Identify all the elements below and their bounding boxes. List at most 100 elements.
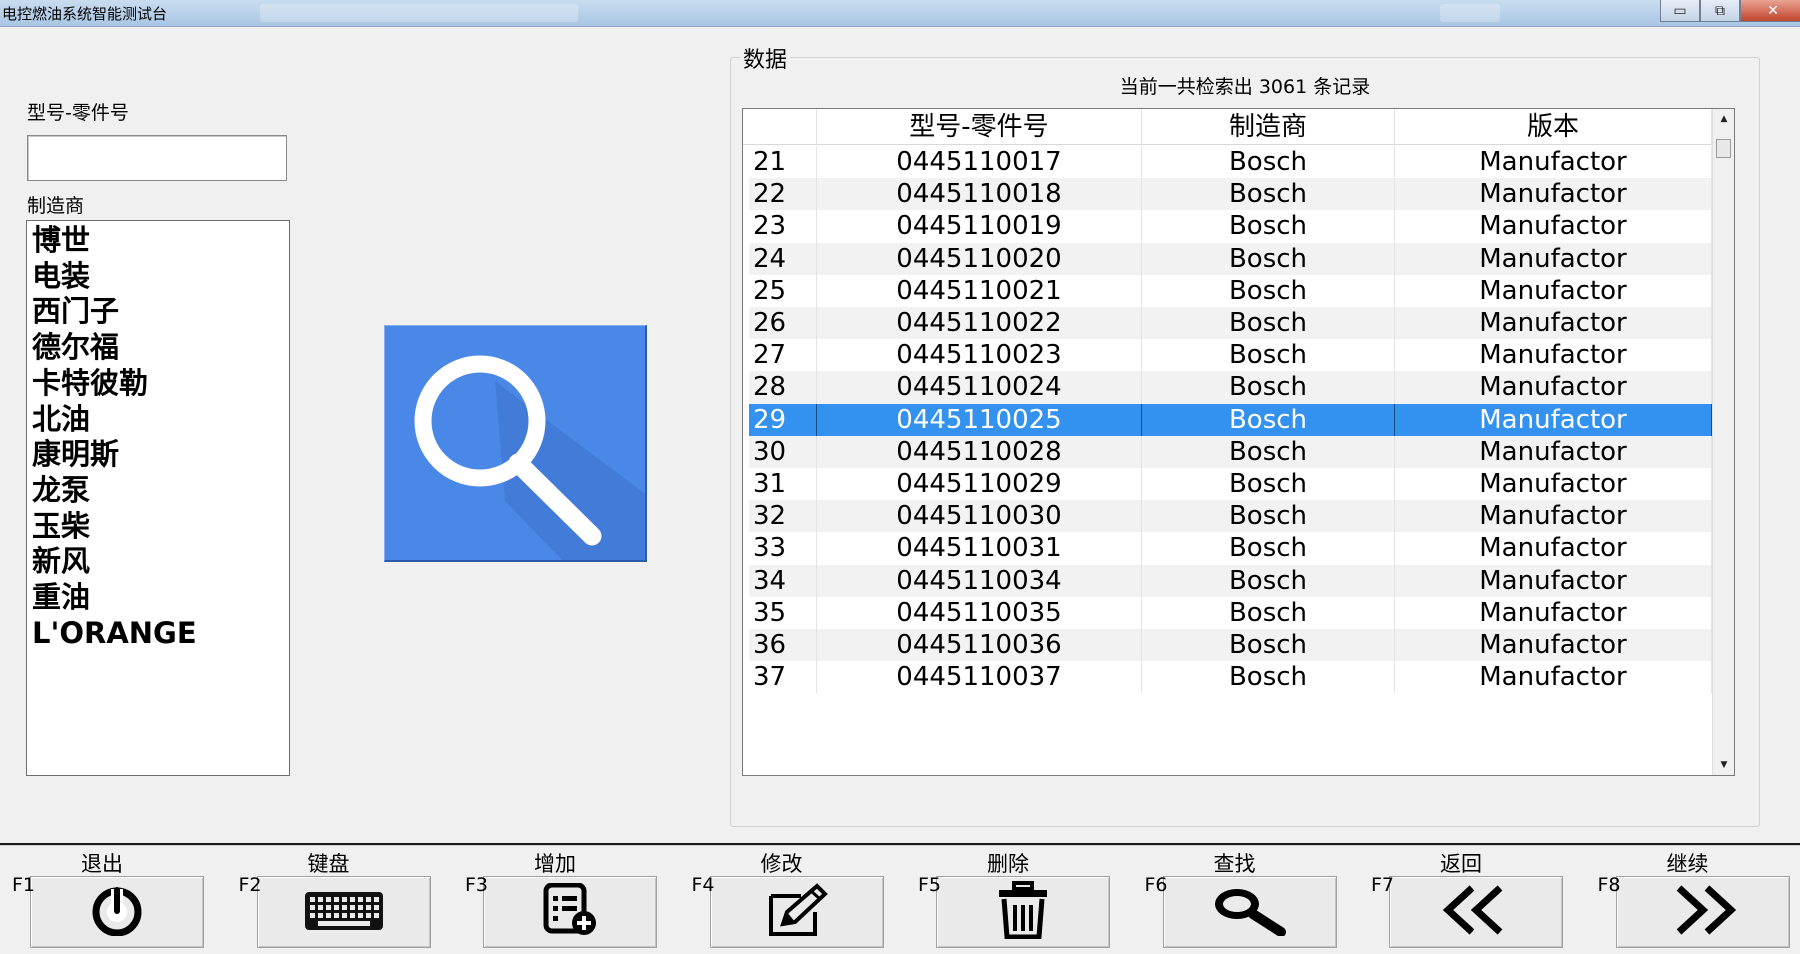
minimize-button[interactable]: ▭ — [1660, 0, 1700, 22]
cell-version: Manufactor — [1395, 210, 1712, 243]
cell-manufacturer: Bosch — [1142, 468, 1395, 501]
power-button[interactable] — [30, 876, 204, 948]
manufacturer-item[interactable]: 西门子 — [32, 294, 289, 330]
cell-part-number: 0445110035 — [817, 596, 1142, 629]
table-row[interactable]: 26 0445110022 Bosch Manufactor — [749, 307, 1734, 340]
cell-manufacturer: Bosch — [1142, 532, 1395, 565]
function-key-code: F7 — [1371, 874, 1395, 896]
add-list-icon — [540, 882, 600, 941]
header-part-number[interactable]: 型号-零件号 — [817, 109, 1142, 145]
function-key-f1: 退出 F1 — [12, 846, 204, 954]
manufacturer-item[interactable]: 博世 — [32, 223, 289, 259]
restore-button[interactable]: ⧉ — [1700, 0, 1740, 22]
cell-part-number: 0445110025 — [817, 403, 1142, 436]
keyboard-button[interactable] — [256, 876, 431, 948]
double-left-icon — [1440, 884, 1512, 940]
manufacturer-item[interactable]: 康明斯 — [32, 437, 289, 473]
double-left-button[interactable] — [1389, 876, 1563, 948]
function-key-label: 返回 — [1440, 852, 1482, 876]
cell-index: 36 — [749, 629, 817, 662]
function-key-label: 继续 — [1666, 852, 1709, 876]
cell-index: 26 — [749, 307, 817, 340]
cell-manufacturer: Bosch — [1142, 210, 1395, 243]
function-key-f3: 增加 F3 — [465, 846, 657, 954]
table-row[interactable]: 24 0445110020 Bosch Manufactor — [749, 242, 1734, 275]
search-button[interactable] — [1162, 876, 1337, 948]
manufacturer-item[interactable]: 电装 — [32, 259, 289, 295]
close-button[interactable]: ✕ — [1740, 0, 1800, 22]
cell-manufacturer: Bosch — [1142, 596, 1395, 629]
cell-version: Manufactor — [1395, 146, 1712, 179]
function-key-label: 删除 — [987, 852, 1029, 876]
cell-index: 24 — [749, 242, 817, 275]
grid-header: 型号-零件号 制造商 版本 — [743, 109, 1734, 145]
manufacturer-item[interactable]: 玉柴 — [32, 509, 289, 545]
manufacturer-item[interactable]: L'ORANGE — [32, 616, 289, 652]
table-row[interactable]: 25 0445110021 Bosch Manufactor — [749, 274, 1734, 307]
manufacturer-item[interactable]: 德尔福 — [32, 330, 289, 366]
cell-index: 31 — [749, 468, 817, 501]
cell-version: Manufactor — [1395, 564, 1712, 597]
header-index[interactable] — [743, 109, 817, 145]
table-row[interactable]: 32 0445110030 Bosch Manufactor — [749, 500, 1734, 533]
table-row[interactable]: 27 0445110023 Bosch Manufactor — [749, 339, 1734, 372]
table-row[interactable]: 22 0445110018 Bosch Manufactor — [749, 178, 1734, 211]
function-key-f4: 修改 F4 — [691, 846, 884, 954]
cell-part-number: 0445110018 — [817, 178, 1142, 211]
table-row[interactable]: 28 0445110024 Bosch Manufactor — [749, 371, 1734, 404]
table-row[interactable]: 35 0445110035 Bosch Manufactor — [749, 596, 1734, 629]
function-key-f8: 继续 F8 — [1598, 846, 1790, 954]
title-bar: 电控燃油系统智能测试台 ▭ ⧉ ✕ — [0, 0, 1800, 27]
function-key-f2: 键盘 F2 — [239, 846, 431, 954]
manufacturer-list[interactable]: 博世 电装 西门子 德尔福 卡特彼勒 北油 康明斯 龙泵 玉柴 新风 重油 L'… — [26, 220, 290, 776]
function-key-label: 增加 — [534, 852, 576, 876]
table-row[interactable]: 36 0445110036 Bosch Manufactor — [749, 629, 1734, 662]
function-key-code: F1 — [12, 874, 36, 896]
scroll-down-icon[interactable]: ▼ — [1713, 755, 1734, 775]
trash-button[interactable] — [936, 876, 1110, 948]
scroll-thumb[interactable] — [1716, 139, 1731, 158]
cell-manufacturer: Bosch — [1142, 242, 1395, 275]
manufacturer-item[interactable]: 新风 — [32, 544, 289, 580]
table-row[interactable]: 30 0445110028 Bosch Manufactor — [749, 435, 1734, 468]
table-row[interactable]: 29 0445110025 Bosch Manufactor — [749, 403, 1734, 436]
cell-manufacturer: Bosch — [1142, 629, 1395, 662]
vertical-scrollbar[interactable]: ▲ ▼ — [1712, 109, 1734, 775]
table-row[interactable]: 33 0445110031 Bosch Manufactor — [749, 532, 1734, 565]
magnifier-icon — [414, 355, 645, 560]
edit-button[interactable] — [709, 876, 884, 948]
table-row[interactable]: 23 0445110019 Bosch Manufactor — [749, 210, 1734, 243]
function-key-label: 查找 — [1213, 852, 1256, 876]
cell-version: Manufactor — [1395, 629, 1712, 662]
cell-part-number: 0445110030 — [817, 500, 1142, 533]
table-row[interactable]: 21 0445110017 Bosch Manufactor — [749, 146, 1734, 179]
cell-part-number: 0445110020 — [817, 242, 1142, 275]
header-manufacturer[interactable]: 制造商 — [1142, 109, 1395, 145]
manufacturer-item[interactable]: 卡特彼勒 — [32, 366, 289, 402]
cell-manufacturer: Bosch — [1142, 661, 1395, 694]
table-row[interactable]: 34 0445110034 Bosch Manufactor — [749, 564, 1734, 597]
cell-part-number: 0445110028 — [817, 435, 1142, 468]
function-key-code: F6 — [1144, 874, 1168, 896]
cell-version: Manufactor — [1395, 371, 1712, 404]
search-button[interactable] — [384, 325, 647, 562]
scroll-up-icon[interactable]: ▲ — [1713, 109, 1734, 129]
data-grid[interactable]: 型号-零件号 制造商 版本 21 0445110017 Bosch Manufacto… — [742, 108, 1735, 776]
edit-icon — [761, 882, 833, 942]
double-right-button[interactable] — [1615, 876, 1790, 948]
cell-version: Manufactor — [1395, 468, 1712, 501]
function-key-f7: 返回 F7 — [1371, 846, 1563, 954]
cell-version: Manufactor — [1395, 274, 1712, 307]
cell-manufacturer: Bosch — [1142, 146, 1395, 179]
cell-manufacturer: Bosch — [1142, 435, 1395, 468]
manufacturer-item[interactable]: 龙泵 — [32, 473, 289, 509]
minimize-icon: ▭ — [1673, 2, 1687, 19]
part-number-input[interactable] — [27, 135, 287, 181]
manufacturer-item[interactable]: 重油 — [32, 580, 289, 616]
header-version[interactable]: 版本 — [1395, 109, 1712, 145]
table-row[interactable]: 37 0445110037 Bosch Manufactor — [749, 661, 1734, 694]
manufacturer-item[interactable]: 北油 — [32, 402, 289, 438]
table-row[interactable]: 31 0445110029 Bosch Manufactor — [749, 468, 1734, 501]
add-list-button[interactable] — [483, 876, 657, 948]
function-key-code: F4 — [691, 874, 715, 896]
